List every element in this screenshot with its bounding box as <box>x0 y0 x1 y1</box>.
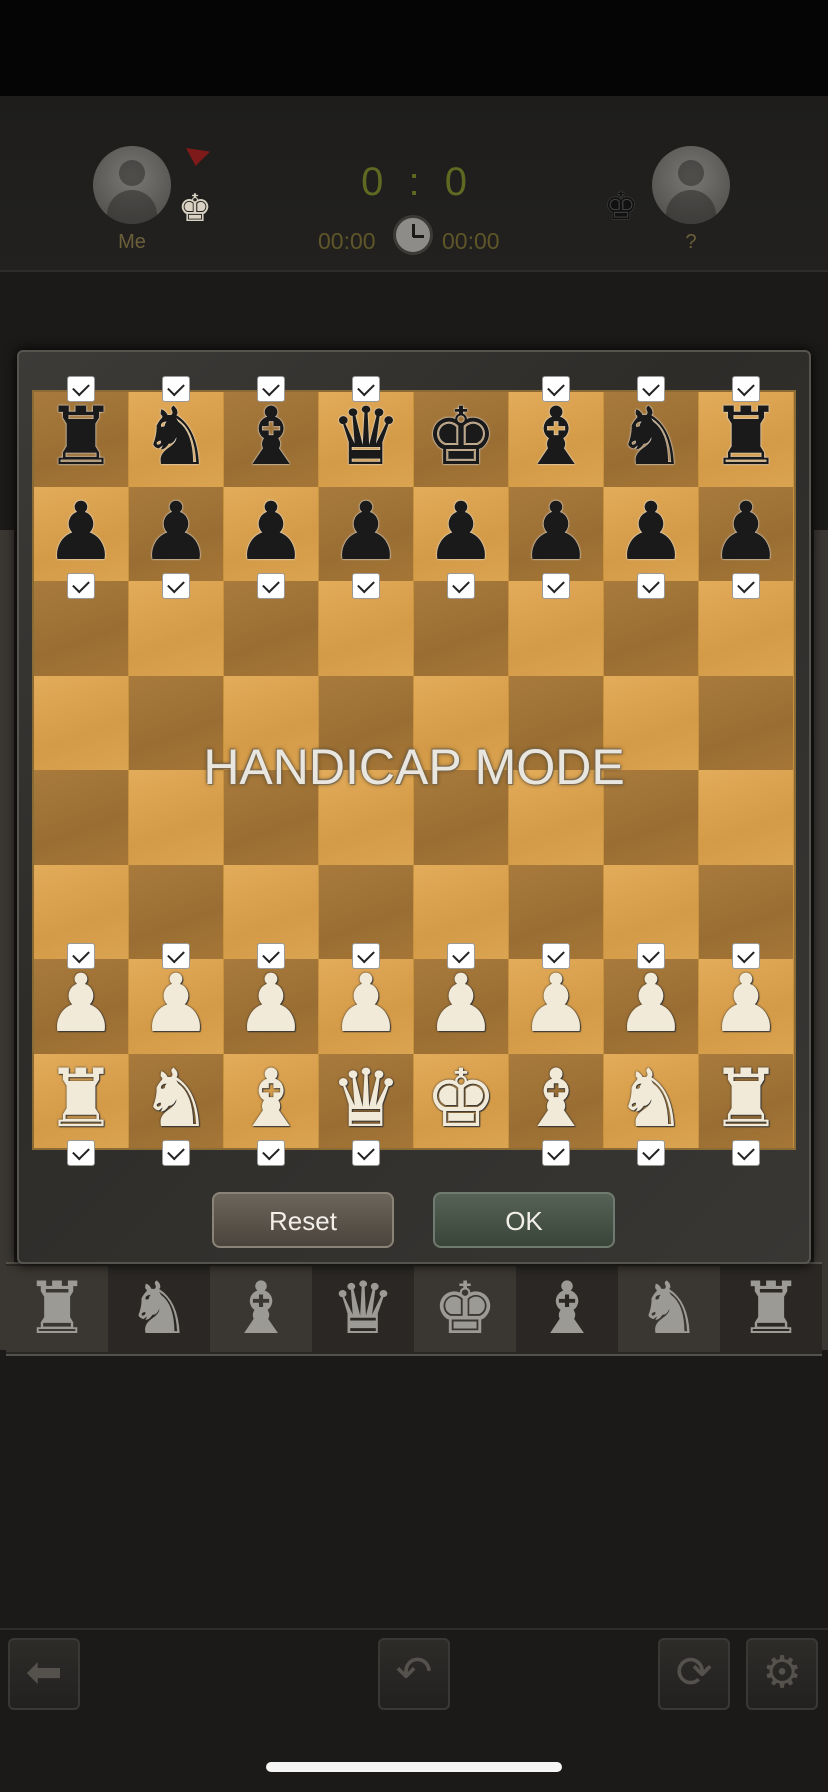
background-board-edge-right <box>814 530 828 1350</box>
background-queen-icon: ♛ <box>330 1269 396 1349</box>
white-pawn-icon[interactable]: ♟ <box>319 959 413 1053</box>
background-rook-icon: ♜ <box>24 1269 90 1349</box>
flip-board-button[interactable]: ⟳ <box>658 1638 730 1710</box>
piece-checkbox[interactable] <box>162 1139 190 1166</box>
background-bishop-icon: ♝ <box>228 1269 294 1349</box>
white-pawn-icon[interactable]: ♟ <box>509 959 603 1053</box>
piece-checkbox[interactable] <box>542 572 570 599</box>
background-rook-icon: ♜ <box>738 1269 804 1349</box>
white-pawn-icon[interactable]: ♟ <box>129 959 223 1053</box>
undo-icon: ↶ <box>395 1648 433 1697</box>
score-separator: : <box>408 160 422 204</box>
gear-icon: ⚙ <box>762 1648 802 1697</box>
piece-checkbox[interactable] <box>67 943 95 969</box>
home-indicator <box>266 1762 562 1772</box>
white-rook-icon[interactable]: ♜ <box>699 1054 793 1148</box>
white-queen-icon[interactable]: ♛ <box>319 1054 413 1148</box>
piece-checkbox[interactable] <box>447 572 475 599</box>
rotate-icon: ⟳ <box>675 1648 713 1697</box>
ok-button[interactable]: OK <box>433 1192 615 1248</box>
piece-checkbox[interactable] <box>67 1139 95 1166</box>
piece-checkbox[interactable] <box>542 376 570 402</box>
piece-checkbox[interactable] <box>257 943 285 969</box>
black-pawn-icon[interactable]: ♟ <box>224 487 318 581</box>
piece-checkbox[interactable] <box>257 376 285 402</box>
score-display: 0 : 0 <box>350 160 480 205</box>
white-pawn-icon[interactable]: ♟ <box>414 959 508 1053</box>
player-avatar-me[interactable] <box>93 146 171 224</box>
white-pawn-icon[interactable]: ♟ <box>34 959 128 1053</box>
piece-checkbox[interactable] <box>162 572 190 599</box>
white-king-indicator-icon: ♚ <box>178 188 213 230</box>
piece-checkbox[interactable] <box>542 943 570 969</box>
black-pawn-icon[interactable]: ♟ <box>319 487 413 581</box>
black-rook-icon[interactable]: ♜ <box>699 392 793 486</box>
background-board-edge-left <box>0 530 14 1350</box>
white-bishop-icon[interactable]: ♝ <box>224 1054 318 1148</box>
player-avatar-opponent[interactable] <box>652 146 730 224</box>
white-bishop-icon[interactable]: ♝ <box>509 1054 603 1148</box>
piece-checkbox[interactable] <box>732 943 760 969</box>
white-king-icon[interactable]: ♚ <box>414 1054 508 1148</box>
piece-checkbox[interactable] <box>637 943 665 969</box>
reset-button[interactable]: Reset <box>212 1192 394 1248</box>
background-board-rank: ♜ ♞ ♝ ♛ ♚ ♝ ♞ ♜ <box>6 1262 822 1356</box>
black-knight-icon[interactable]: ♞ <box>604 392 698 486</box>
background-bishop-icon: ♝ <box>534 1269 600 1349</box>
background-knight-icon: ♞ <box>636 1269 702 1349</box>
piece-checkbox[interactable] <box>637 572 665 599</box>
piece-checkbox[interactable] <box>257 1139 285 1166</box>
black-pawn-icon[interactable]: ♟ <box>34 487 128 581</box>
score-right: 0 <box>444 160 469 204</box>
piece-checkbox[interactable] <box>732 572 760 599</box>
white-knight-icon[interactable]: ♞ <box>129 1054 223 1148</box>
black-pawn-icon[interactable]: ♟ <box>509 487 603 581</box>
white-knight-icon[interactable]: ♞ <box>604 1054 698 1148</box>
black-queen-icon[interactable]: ♛ <box>319 392 413 486</box>
back-button[interactable]: ⬅ <box>8 1638 80 1710</box>
handicap-mode-label: HANDICAP MODE <box>203 739 625 795</box>
player-name-opponent: ? <box>685 231 697 253</box>
piece-checkbox[interactable] <box>352 943 380 969</box>
black-rook-icon[interactable]: ♜ <box>34 392 128 486</box>
piece-checkbox[interactable] <box>67 376 95 402</box>
background-knight-icon: ♞ <box>126 1269 192 1349</box>
black-king-icon[interactable]: ♚ <box>414 392 508 486</box>
arrow-left-icon: ⬅ <box>25 1648 63 1697</box>
black-king-indicator-icon: ♚ <box>604 186 639 228</box>
piece-checkbox[interactable] <box>352 572 380 599</box>
piece-checkbox[interactable] <box>352 376 380 402</box>
white-pawn-icon[interactable]: ♟ <box>699 959 793 1053</box>
black-pawn-icon[interactable]: ♟ <box>699 487 793 581</box>
undo-button[interactable]: ↶ <box>378 1638 450 1710</box>
background-king-icon: ♚ <box>432 1269 498 1349</box>
piece-checkbox[interactable] <box>67 572 95 599</box>
piece-checkbox[interactable] <box>732 376 760 402</box>
piece-checkbox[interactable] <box>257 572 285 599</box>
timer-left: 00:00 <box>318 228 376 254</box>
settings-button[interactable]: ⚙ <box>746 1638 818 1710</box>
clock-icon <box>393 215 433 255</box>
black-knight-icon[interactable]: ♞ <box>129 392 223 486</box>
piece-checkbox[interactable] <box>352 1139 380 1166</box>
piece-checkbox[interactable] <box>732 1139 760 1166</box>
black-bishop-icon[interactable]: ♝ <box>224 392 318 486</box>
player-name-me: Me <box>118 231 146 253</box>
timer-right: 00:00 <box>442 228 500 254</box>
black-pawn-icon[interactable]: ♟ <box>129 487 223 581</box>
piece-checkbox[interactable] <box>637 376 665 402</box>
white-rook-icon[interactable]: ♜ <box>34 1054 128 1148</box>
black-pawn-icon[interactable]: ♟ <box>604 487 698 581</box>
white-pawn-icon[interactable]: ♟ <box>224 959 318 1053</box>
white-pawn-icon[interactable]: ♟ <box>604 959 698 1053</box>
status-bar <box>0 0 828 96</box>
piece-checkbox[interactable] <box>162 376 190 402</box>
black-pawn-icon[interactable]: ♟ <box>414 487 508 581</box>
piece-checkbox[interactable] <box>637 1139 665 1166</box>
score-left: 0 <box>361 160 386 204</box>
piece-checkbox[interactable] <box>447 943 475 969</box>
black-bishop-icon[interactable]: ♝ <box>509 392 603 486</box>
piece-checkbox[interactable] <box>542 1139 570 1166</box>
piece-checkbox[interactable] <box>162 943 190 969</box>
